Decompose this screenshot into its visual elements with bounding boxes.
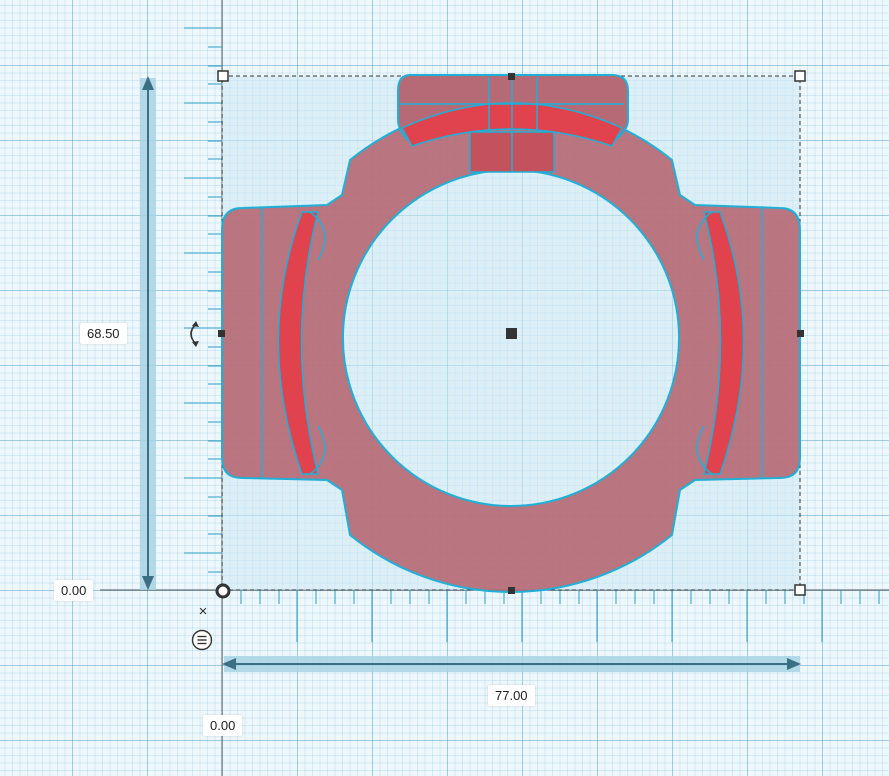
- corner-handle-bottom-left[interactable]: [215, 583, 231, 599]
- center-handle[interactable]: [506, 328, 517, 339]
- ruler-ticks-vertical: [184, 27, 222, 573]
- origin-x-label[interactable]: 0.00: [203, 715, 243, 736]
- width-dimension: [222, 656, 801, 672]
- width-dimension-label[interactable]: 77.00: [488, 685, 535, 706]
- height-dimension-label[interactable]: 68.50: [80, 323, 127, 344]
- corner-handle-top-right[interactable]: [794, 70, 806, 82]
- close-icon[interactable]: ×: [195, 603, 211, 620]
- corner-handle-bottom-right[interactable]: [794, 584, 806, 596]
- rotate-arrow-icon[interactable]: [182, 320, 206, 348]
- workplane-canvas[interactable]: [0, 0, 889, 776]
- edge-handle-bottom[interactable]: [508, 587, 515, 594]
- edge-handle-left[interactable]: [218, 330, 225, 337]
- edge-handle-top[interactable]: [508, 73, 515, 80]
- height-dimension: [140, 76, 156, 590]
- corner-handle-top-left[interactable]: [217, 70, 229, 82]
- list-icon[interactable]: [191, 629, 213, 651]
- edge-handle-right[interactable]: [797, 330, 804, 337]
- ruler-ticks-horizontal: [240, 590, 880, 642]
- origin-y-label[interactable]: 0.00: [54, 580, 94, 601]
